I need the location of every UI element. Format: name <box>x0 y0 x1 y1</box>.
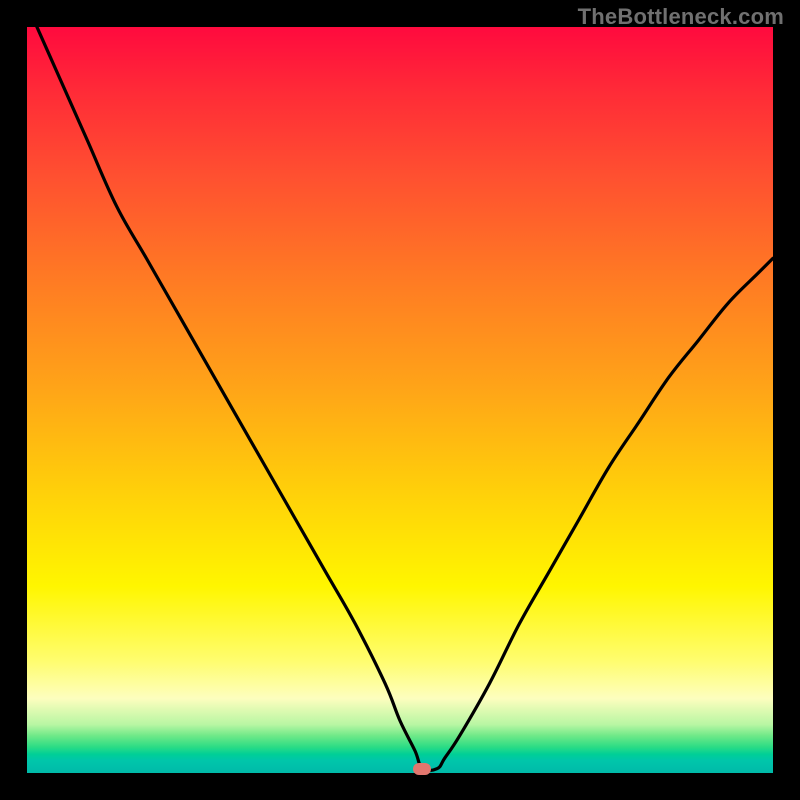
minimum-marker <box>413 763 431 775</box>
plot-area <box>27 27 773 773</box>
bottleneck-curve <box>27 27 773 773</box>
chart-frame: TheBottleneck.com <box>0 0 800 800</box>
